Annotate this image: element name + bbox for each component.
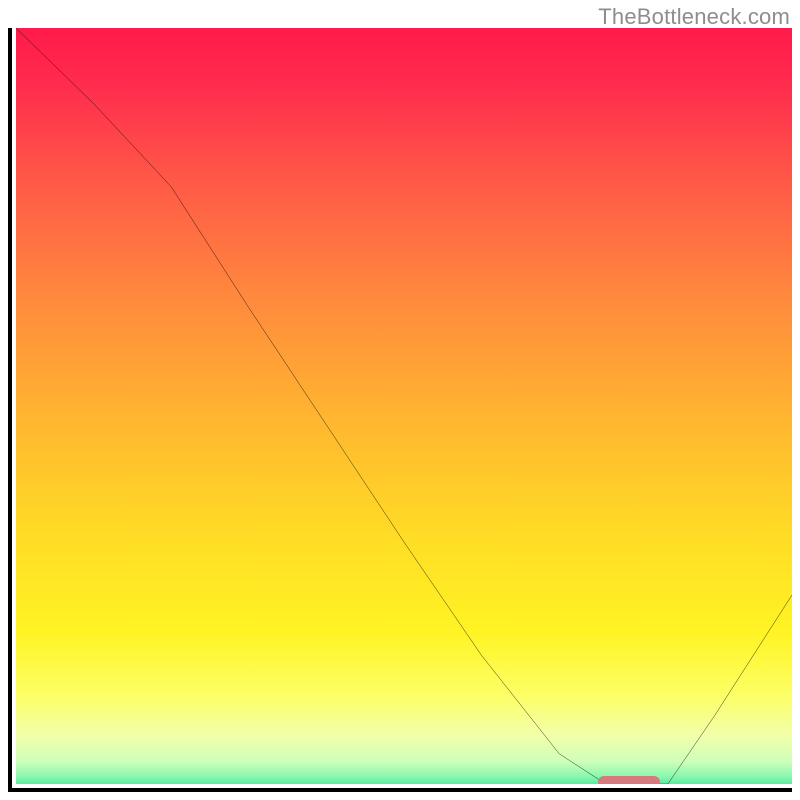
optimal-range-marker <box>598 776 660 784</box>
watermark-text: TheBottleneck.com <box>598 4 790 30</box>
chart-frame <box>8 28 792 792</box>
plot-area <box>16 28 792 784</box>
bottleneck-curve <box>16 28 792 784</box>
